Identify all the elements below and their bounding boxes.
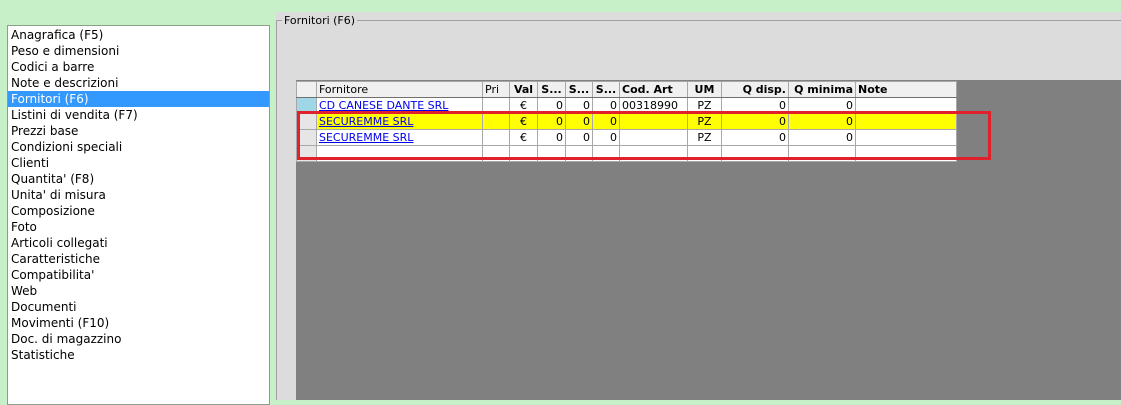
- cell-s2[interactable]: 0: [565, 113, 593, 130]
- nav-item-note-descrizioni[interactable]: Note e descrizioni: [8, 75, 269, 91]
- nav-item-foto[interactable]: Foto: [8, 219, 269, 235]
- cell-note[interactable]: [855, 97, 957, 114]
- nav-item-statistiche[interactable]: Statistiche: [8, 347, 269, 363]
- col-header-s1[interactable]: S...: [537, 81, 566, 98]
- cell-fornitore[interactable]: [316, 145, 483, 162]
- col-header-q-minima[interactable]: Q minima: [788, 81, 856, 98]
- cell-cod-art[interactable]: [619, 145, 688, 162]
- cell-val[interactable]: [509, 145, 538, 162]
- nav-item-documenti[interactable]: Documenti: [8, 299, 269, 315]
- col-header-note[interactable]: Note: [855, 81, 957, 98]
- col-header-pri[interactable]: Pri: [482, 81, 510, 98]
- nav-item-anagrafica[interactable]: Anagrafica (F5): [8, 27, 269, 43]
- cell-s1[interactable]: 0: [537, 97, 566, 114]
- cell-q-minima[interactable]: 0: [788, 97, 856, 114]
- cell-s2[interactable]: 0: [565, 129, 593, 146]
- cell-note[interactable]: [855, 113, 957, 130]
- cell-s3[interactable]: [592, 145, 620, 162]
- col-header-s2[interactable]: S...: [565, 81, 593, 98]
- supplier-link[interactable]: CD CANESE DANTE SRL: [319, 99, 448, 112]
- cell-note[interactable]: [855, 129, 957, 146]
- section-nav-list[interactable]: Anagrafica (F5) Peso e dimensioni Codici…: [7, 25, 270, 405]
- row-indicator-header: [296, 81, 317, 98]
- cell-um[interactable]: PZ: [687, 129, 722, 146]
- nav-item-quantita[interactable]: Quantita' (F8): [8, 171, 269, 187]
- nav-item-articoli-collegati[interactable]: Articoli collegati: [8, 235, 269, 251]
- cell-q-disp[interactable]: 0: [721, 97, 789, 114]
- cell-cod-art[interactable]: [619, 129, 688, 146]
- cell-um[interactable]: [687, 145, 722, 162]
- col-header-cod-art[interactable]: Cod. Art: [619, 81, 688, 98]
- table-row[interactable]: SECUREMME SRL € 0 0 0 PZ 0 0: [296, 113, 957, 130]
- nav-item-movimenti[interactable]: Movimenti (F10): [8, 315, 269, 331]
- col-header-um[interactable]: UM: [687, 81, 722, 98]
- cell-q-minima[interactable]: 0: [788, 129, 856, 146]
- supplier-link[interactable]: SECUREMME SRL: [319, 131, 413, 144]
- nav-item-composizione[interactable]: Composizione: [8, 203, 269, 219]
- col-header-q-disp[interactable]: Q disp.: [721, 81, 789, 98]
- cell-q-disp[interactable]: 0: [721, 129, 789, 146]
- cell-cod-art[interactable]: [619, 113, 688, 130]
- nav-item-clienti[interactable]: Clienti: [8, 155, 269, 171]
- cell-pri[interactable]: [482, 145, 510, 162]
- cell-um[interactable]: PZ: [687, 97, 722, 114]
- nav-item-fornitori[interactable]: Fornitori (F6): [8, 91, 269, 107]
- cell-um[interactable]: PZ: [687, 113, 722, 130]
- cell-val[interactable]: €: [509, 97, 538, 114]
- groupbox-title: Fornitori (F6): [282, 14, 358, 27]
- cell-s3[interactable]: 0: [592, 97, 620, 114]
- cell-s1[interactable]: [537, 145, 566, 162]
- cell-s3[interactable]: 0: [592, 113, 620, 130]
- col-header-s3[interactable]: S...: [592, 81, 620, 98]
- table-row[interactable]: CD CANESE DANTE SRL € 0 0 0 00318990 PZ …: [296, 97, 957, 114]
- cell-pri[interactable]: [482, 129, 510, 146]
- supplier-link[interactable]: SECUREMME SRL: [319, 115, 413, 128]
- table-row[interactable]: SECUREMME SRL € 0 0 0 PZ 0 0: [296, 129, 957, 146]
- cell-q-minima[interactable]: 0: [788, 113, 856, 130]
- nav-item-peso-dimensioni[interactable]: Peso e dimensioni: [8, 43, 269, 59]
- nav-item-prezzi-base[interactable]: Prezzi base: [8, 123, 269, 139]
- col-header-fornitore[interactable]: Fornitore: [316, 81, 483, 98]
- row-indicator[interactable]: [296, 113, 317, 130]
- nav-item-web[interactable]: Web: [8, 283, 269, 299]
- grid-header-row: Fornitore Pri Val S... S... S... Cod. Ar…: [296, 81, 957, 98]
- cell-cod-art[interactable]: 00318990: [619, 97, 688, 114]
- cell-pri[interactable]: [482, 113, 510, 130]
- nav-item-listini-vendita[interactable]: Listini di vendita (F7): [8, 107, 269, 123]
- nav-item-caratteristiche[interactable]: Caratteristiche: [8, 251, 269, 267]
- nav-item-unita-misura[interactable]: Unita' di misura: [8, 187, 269, 203]
- cell-s2[interactable]: [565, 145, 593, 162]
- cell-val[interactable]: €: [509, 113, 538, 130]
- col-header-val[interactable]: Val: [509, 81, 538, 98]
- nav-item-compatibilita[interactable]: Compatibilita': [8, 267, 269, 283]
- cell-val[interactable]: €: [509, 129, 538, 146]
- suppliers-grid[interactable]: Fornitore Pri Val S... S... S... Cod. Ar…: [296, 81, 957, 162]
- row-indicator[interactable]: [296, 129, 317, 146]
- cell-s1[interactable]: 0: [537, 129, 566, 146]
- row-indicator[interactable]: [296, 97, 317, 114]
- table-row-empty[interactable]: [296, 145, 957, 162]
- cell-fornitore[interactable]: SECUREMME SRL: [316, 129, 483, 146]
- cell-q-disp[interactable]: [721, 145, 789, 162]
- cell-note[interactable]: [855, 145, 957, 162]
- cell-q-disp[interactable]: 0: [721, 113, 789, 130]
- row-indicator[interactable]: [296, 145, 317, 162]
- nav-item-doc-magazzino[interactable]: Doc. di magazzino: [8, 331, 269, 347]
- cell-q-minima[interactable]: [788, 145, 856, 162]
- cell-s1[interactable]: 0: [537, 113, 566, 130]
- cell-s3[interactable]: 0: [592, 129, 620, 146]
- nav-item-codici-barre[interactable]: Codici a barre: [8, 59, 269, 75]
- cell-pri[interactable]: [482, 97, 510, 114]
- cell-s2[interactable]: 0: [565, 97, 593, 114]
- cell-fornitore[interactable]: CD CANESE DANTE SRL: [316, 97, 483, 114]
- cell-fornitore[interactable]: SECUREMME SRL: [316, 113, 483, 130]
- nav-item-condizioni-speciali[interactable]: Condizioni speciali: [8, 139, 269, 155]
